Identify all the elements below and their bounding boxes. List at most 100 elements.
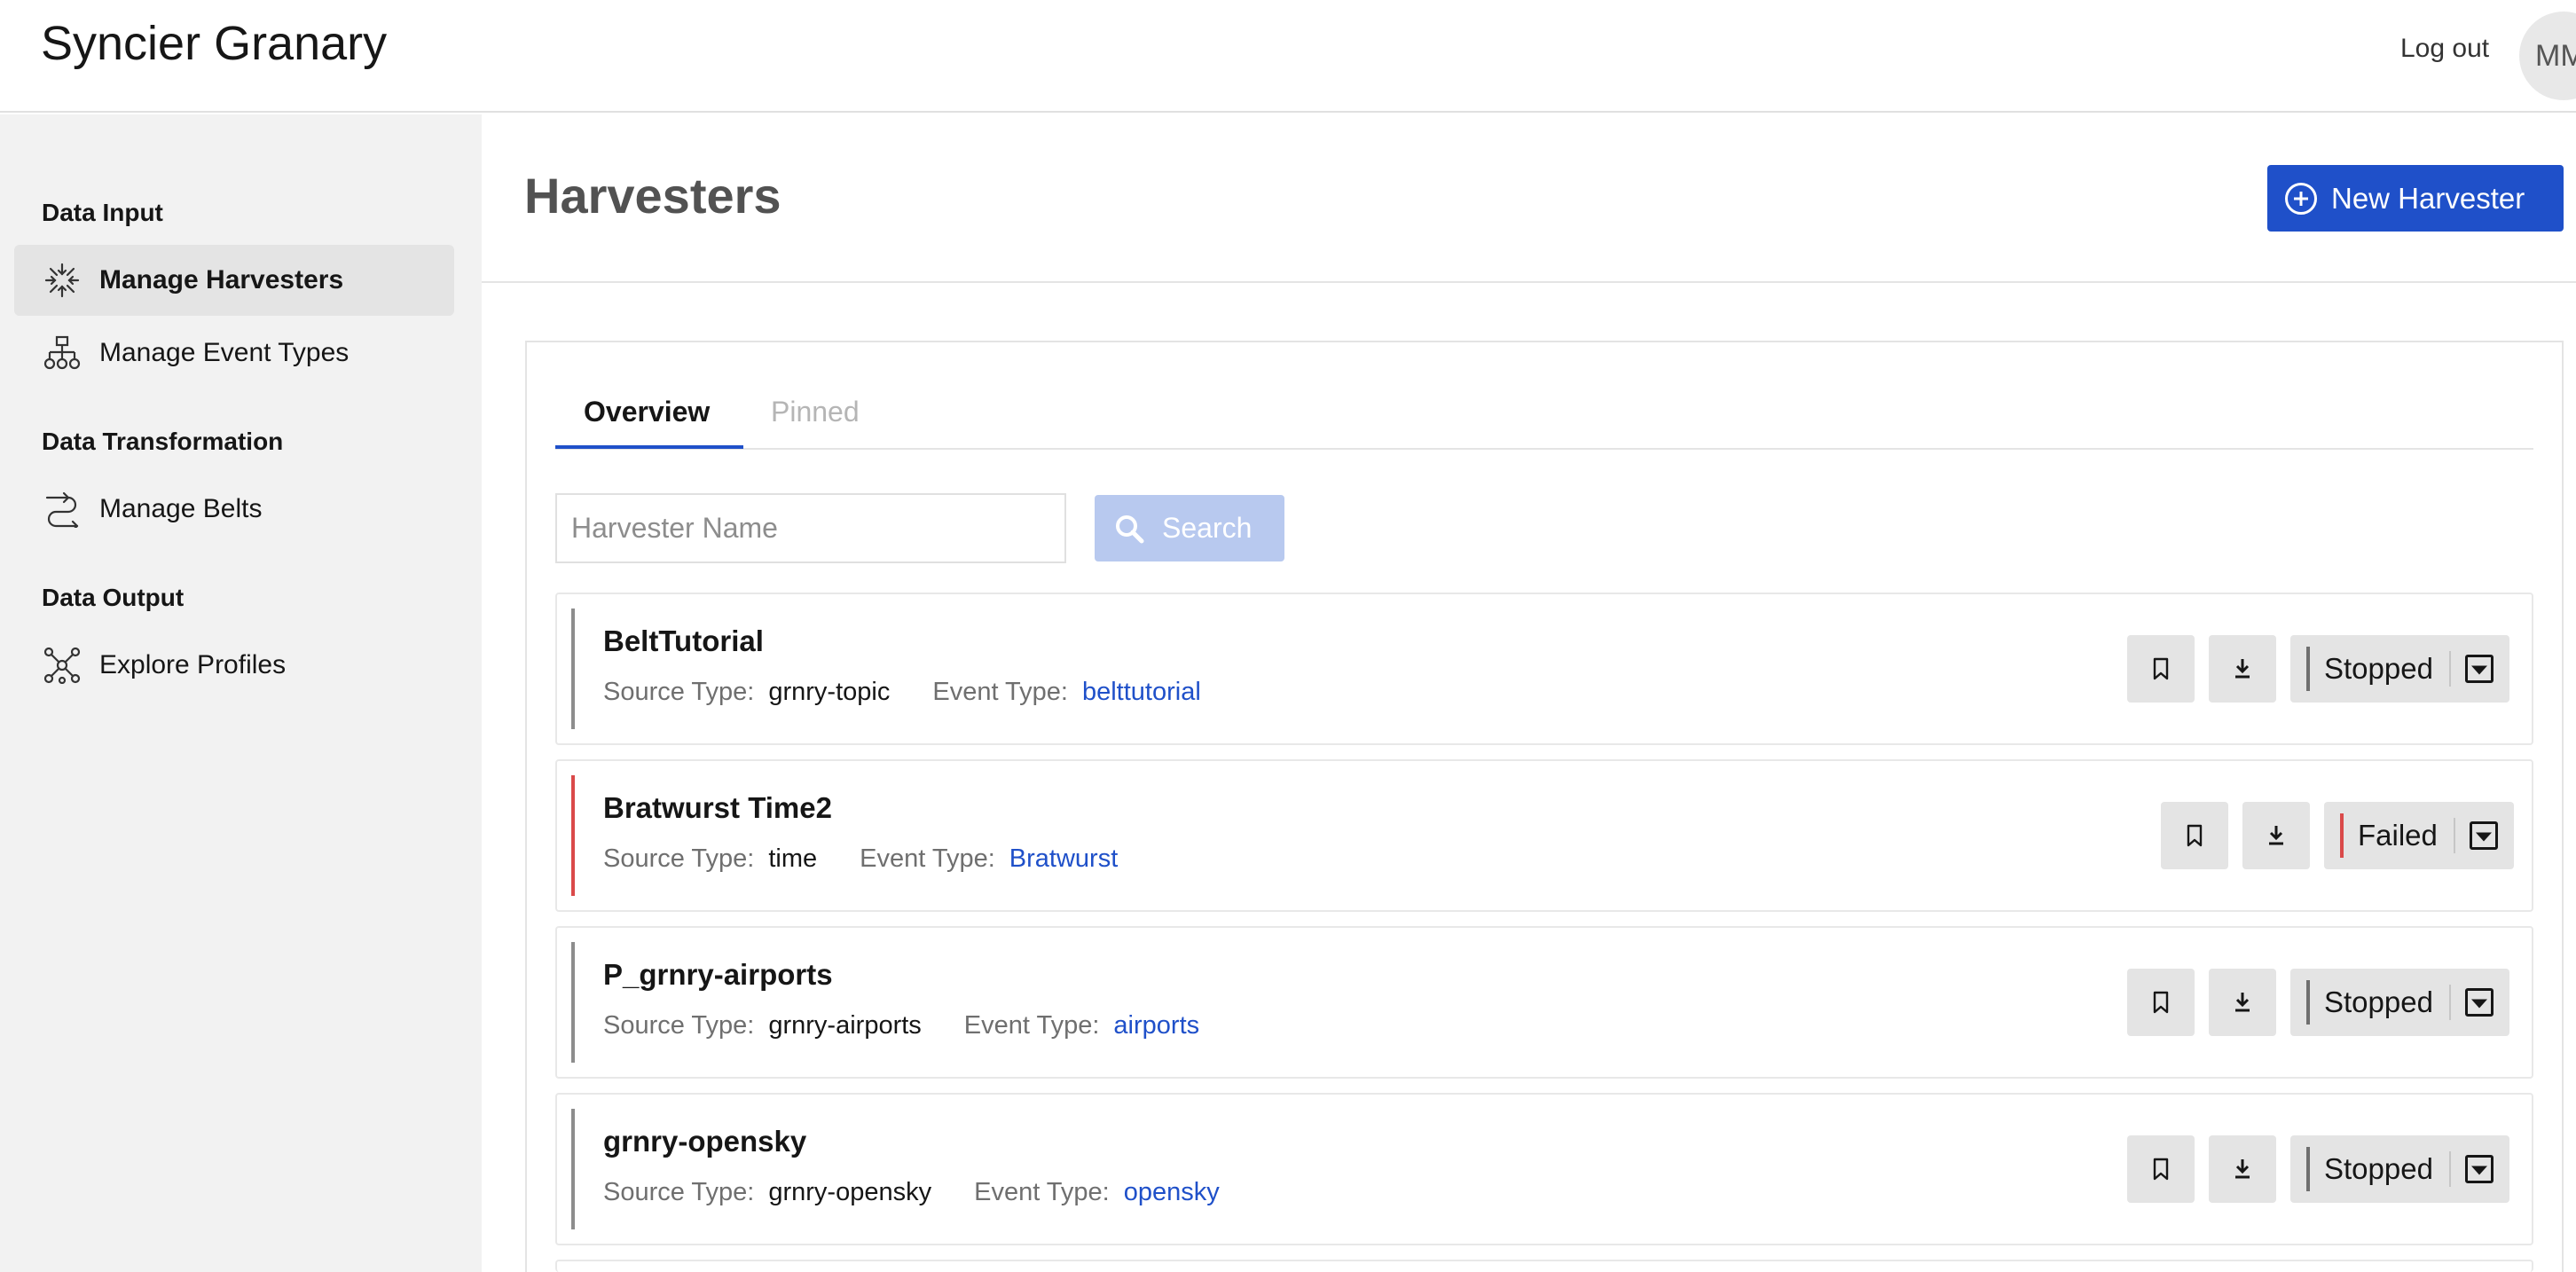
status-dropdown[interactable]: Failed — [2324, 802, 2514, 869]
source-type-value: grnry-topic — [768, 678, 891, 706]
source-type-value: grnry-opensky — [768, 1178, 932, 1206]
page-title: Harvesters — [524, 168, 781, 224]
logout-link[interactable]: Log out — [2400, 34, 2489, 64]
sidebar-item-manage-belts[interactable]: Manage Belts — [14, 474, 454, 545]
harvester-row[interactable]: BeltTutorial Source Type: grnry-topic Even… — [555, 593, 2533, 745]
harvester-name[interactable]: Bratwurst Time2 — [603, 791, 832, 825]
source-type-value: grnry-airports — [768, 1011, 922, 1040]
network-icon — [43, 646, 82, 685]
tabs-divider — [555, 448, 2533, 450]
event-type-label: Event Type: — [974, 1178, 1110, 1206]
source-type-label: Source Type: — [603, 844, 755, 873]
harvester-row[interactable]: P_grnry-airports Source Type: grnry-airpo… — [555, 926, 2533, 1079]
status-divider — [2453, 818, 2455, 853]
status-divider — [2448, 985, 2451, 1020]
sidebar-heading-data-output: Data Output — [42, 584, 185, 611]
download-button[interactable] — [2209, 1135, 2276, 1203]
event-type-label: Event Type: — [860, 844, 995, 873]
download-icon — [2235, 1159, 2250, 1179]
bookmark-icon — [2187, 824, 2203, 847]
event-type-link[interactable]: opensky — [1124, 1178, 1220, 1206]
harvester-name[interactable]: grnry-opensky — [603, 1125, 806, 1158]
tab-overview[interactable]: Overview — [584, 396, 710, 428]
hierarchy-icon — [43, 334, 82, 373]
harvester-meta: Source Type: grnry-opensky Event Type: open… — [603, 1178, 1220, 1207]
status-color-bar — [2306, 980, 2310, 1025]
new-harvester-button[interactable]: New Harvester — [2267, 165, 2564, 232]
sidebar-item-manage-event-types[interactable]: Manage Event Types — [14, 318, 454, 389]
download-icon — [2235, 659, 2250, 679]
harvester-row[interactable]: Bratwurst Time2 Source Type: time Event Ty… — [555, 759, 2533, 912]
bookmark-icon — [2153, 991, 2169, 1014]
source-type-value: time — [768, 844, 818, 873]
status-indicator-bar — [571, 1109, 575, 1229]
active-tab-indicator — [555, 445, 743, 449]
download-button[interactable] — [2209, 635, 2276, 703]
status-divider — [2448, 651, 2451, 687]
search-button[interactable]: Search — [1095, 495, 1284, 561]
sidebar-item-label: Explore Profiles — [99, 650, 287, 679]
search-icon — [1116, 514, 1144, 543]
harvester-name[interactable]: P_grnry-airports — [603, 958, 833, 992]
harvester-name[interactable]: BeltTutorial — [603, 624, 764, 658]
belt-route-icon — [43, 490, 82, 529]
bookmark-icon — [2153, 1158, 2169, 1181]
harvester-name-search-input[interactable] — [555, 493, 1066, 563]
status-indicator-bar — [571, 609, 575, 729]
status-dropdown[interactable]: Stopped — [2290, 635, 2509, 703]
add-circle-icon — [2285, 182, 2317, 215]
sidebar-item-manage-harvesters[interactable]: Manage Harvesters — [14, 245, 454, 316]
sidebar-item-label: Manage Event Types — [99, 338, 349, 367]
harvester-row[interactable]: grnry-opensky Source Type: grnry-opensky E… — [555, 1093, 2533, 1245]
caret-down-icon — [2464, 988, 2494, 1017]
status-text: Stopped — [2324, 652, 2433, 685]
status-color-bar — [2306, 647, 2310, 691]
harvester-meta: Source Type: time Event Type: Bratwurst — [603, 844, 1118, 874]
app-title[interactable]: Syncier Granary — [41, 16, 387, 71]
status-dropdown[interactable]: Stopped — [2290, 1135, 2509, 1203]
tab-pinned[interactable]: Pinned — [771, 396, 860, 428]
harvester-meta: Source Type: grnry-topic Event Type: belttu… — [603, 678, 1201, 707]
caret-down-icon — [2464, 1155, 2494, 1183]
new-harvester-button-label: New Harvester — [2331, 181, 2525, 215]
top-header: Syncier Granary Log out MM — [0, 0, 2576, 113]
event-type-label: Event Type: — [932, 678, 1068, 706]
divider — [482, 281, 2576, 283]
pin-button[interactable] — [2161, 802, 2228, 869]
harvester-icon — [43, 261, 82, 300]
status-indicator-bar — [571, 942, 575, 1063]
source-type-label: Source Type: — [603, 1011, 755, 1040]
sidebar-heading-data-transformation: Data Transformation — [42, 428, 284, 455]
sidebar-heading-data-input: Data Input — [42, 199, 163, 226]
event-type-label: Event Type: — [963, 1011, 1100, 1040]
status-text: Failed — [2358, 819, 2438, 852]
source-type-label: Source Type: — [603, 678, 755, 706]
source-type-label: Source Type: — [603, 1178, 755, 1206]
sidebar-item-explore-profiles[interactable]: Explore Profiles — [14, 630, 454, 701]
harvester-meta: Source Type: grnry-airports Event Type: air… — [603, 1011, 1199, 1040]
pin-button[interactable] — [2127, 969, 2195, 1036]
bookmark-icon — [2153, 657, 2169, 680]
status-text: Stopped — [2324, 1152, 2433, 1185]
search-button-label: Search — [1162, 512, 1253, 544]
status-color-bar — [2306, 1147, 2310, 1191]
status-color-bar — [2340, 813, 2344, 858]
sidebar: Data Input Manage Harvesters Manage Even… — [0, 114, 482, 1272]
download-button[interactable] — [2209, 969, 2276, 1036]
sidebar-item-label: Manage Harvesters — [99, 265, 344, 294]
status-text: Stopped — [2324, 985, 2433, 1018]
avatar[interactable]: MM — [2519, 12, 2576, 100]
harvester-row-partial[interactable] — [555, 1260, 2533, 1272]
pin-button[interactable] — [2127, 1135, 2195, 1203]
event-type-link[interactable]: belttutorial — [1082, 678, 1201, 706]
event-type-link[interactable]: airports — [1113, 1011, 1199, 1040]
status-indicator-bar — [571, 775, 575, 896]
pin-button[interactable] — [2127, 635, 2195, 703]
download-button[interactable] — [2242, 802, 2310, 869]
download-icon — [2269, 826, 2283, 845]
sidebar-item-label: Manage Belts — [99, 494, 263, 523]
caret-down-icon — [2464, 655, 2494, 683]
event-type-link[interactable]: Bratwurst — [1009, 844, 1118, 873]
caret-down-icon — [2469, 821, 2498, 850]
status-dropdown[interactable]: Stopped — [2290, 969, 2509, 1036]
